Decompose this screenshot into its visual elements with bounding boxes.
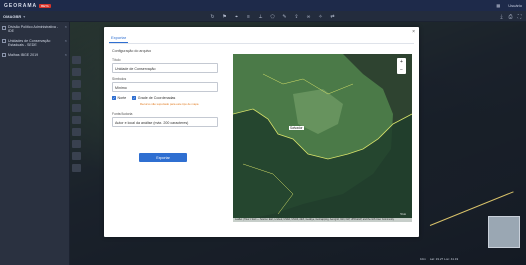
layer-checkbox[interactable]	[2, 53, 6, 58]
project-title[interactable]: OMAGBR	[3, 14, 21, 19]
edit-icon[interactable]: ✎	[281, 13, 288, 20]
zoom-out-button[interactable]: −	[397, 66, 406, 74]
swap-icon[interactable]: ⇄	[329, 13, 336, 20]
beta-badge: BETA	[39, 3, 51, 8]
layer-label: Malhas IBGE 2019	[8, 52, 39, 57]
layer-label: Divisão Político Administrativa - IDE	[8, 25, 59, 34]
fullscreen-icon[interactable]: ⛶	[516, 13, 523, 20]
share-icon[interactable]: ⇪	[293, 13, 300, 20]
zoom-in-button[interactable]: +	[397, 58, 406, 66]
refresh-icon[interactable]: ↻	[209, 13, 216, 20]
download-icon[interactable]: ⤓	[498, 13, 505, 20]
tool-button[interactable]	[72, 152, 81, 160]
grid-checkbox[interactable]: ✓ Grade de Coordenadas	[132, 96, 175, 100]
export-button[interactable]: Exportar	[139, 153, 187, 162]
layer-checkbox[interactable]	[2, 39, 6, 44]
warning-text: Recurso não suportado para este tipo de …	[140, 102, 199, 106]
layer-item[interactable]: Malhas IBGE 2019 ×	[0, 50, 69, 60]
pin-icon[interactable]: ⌖	[233, 13, 240, 20]
measure-icon[interactable]: ⟂	[257, 13, 264, 20]
bookmark-icon[interactable]: ⚑	[221, 13, 228, 20]
top-bar: GEORAMA BETA ▦ Usuário	[0, 0, 526, 11]
chevron-down-icon[interactable]: ▾	[23, 14, 25, 19]
map-attribution: Leaflet | Tiles © Esri — Source: Esri, i…	[233, 218, 412, 222]
app-logo: GEORAMA	[4, 2, 38, 9]
print-icon[interactable]: ⎙	[507, 13, 514, 20]
toolbar-right: ⤓ ⎙ ⛶	[498, 13, 523, 20]
top-right: ▦ Usuário	[496, 3, 522, 8]
tool-button[interactable]	[72, 56, 81, 64]
title-label: Título	[112, 58, 121, 62]
source-label: Fonte/Autoria	[112, 112, 133, 116]
symbols-select[interactable]: Mínimo	[112, 82, 218, 92]
options-checks: ✓ Norte ✓ Grade de Coordenadas	[112, 96, 220, 100]
close-icon[interactable]: ×	[65, 24, 67, 29]
map-scale: 5 km	[400, 213, 406, 216]
scale-readout: 10m	[420, 256, 426, 261]
city-label: Salvador	[289, 126, 304, 130]
layer-item[interactable]: Divisão Político Administrativa - IDE ×	[0, 22, 69, 36]
source-input[interactable]: Autor e local da análise (máx. 200 carac…	[112, 117, 218, 127]
tool-button[interactable]	[72, 104, 81, 112]
link-icon[interactable]: ∞	[305, 13, 312, 20]
tool-button[interactable]	[72, 140, 81, 148]
list-icon[interactable]: ≡	[245, 13, 252, 20]
tab-divider	[109, 43, 414, 44]
symbols-label: Símbolos	[112, 77, 127, 81]
tool-button[interactable]	[72, 80, 81, 88]
preview-map[interactable]: + − Salvador 5 km Leaflet | Tiles © Esri…	[233, 54, 412, 222]
close-icon[interactable]: ×	[65, 52, 67, 57]
check-icon: ✓	[132, 96, 137, 100]
layer-item[interactable]: Unidades de Conservação Estaduais - SEDE…	[0, 36, 69, 50]
coastline-svg	[233, 54, 412, 222]
map-left-tools	[72, 56, 81, 172]
layer-label: Unidades de Conservação Estaduais - SEDE	[8, 38, 51, 48]
tool-button[interactable]	[72, 68, 81, 76]
map-tools: ↻ ⚑ ⌖ ≡ ⟂ ⬠ ✎ ⇪ ∞ ✧ ⇄	[209, 13, 336, 20]
tab-export[interactable]: Exportar	[109, 35, 129, 43]
export-modal: Exportar × Configuração do arquivo Títul…	[104, 27, 419, 237]
section-title: Configuração do arquivo	[112, 49, 152, 53]
check-icon: ✓	[112, 96, 116, 100]
grid-label: Grade de Coordenadas	[137, 96, 176, 100]
layers-sidebar: Divisão Político Administrativa - IDE × …	[0, 22, 70, 265]
title-input[interactable]: Unidade de Conservação	[112, 63, 218, 73]
north-label: Norte	[117, 96, 127, 100]
modal-tabs: Exportar	[109, 33, 129, 43]
mini-map[interactable]	[488, 216, 520, 248]
tool-button[interactable]	[72, 116, 81, 124]
polygon-icon[interactable]: ⬠	[269, 13, 276, 20]
status-bar: 10m Lat: 19.27 Lon: 41.19	[420, 255, 526, 262]
user-name[interactable]: Usuário	[508, 3, 522, 8]
coords-readout: Lat: 19.27 Lon: 41.19	[429, 256, 459, 261]
grid-icon[interactable]: ▦	[496, 3, 500, 8]
wand-icon[interactable]: ✧	[317, 13, 324, 20]
toolbar: OMAGBR ▾ ↻ ⚑ ⌖ ≡ ⟂ ⬠ ✎ ⇪ ∞ ✧ ⇄ ⤓ ⎙ ⛶	[0, 11, 526, 22]
layer-checkbox[interactable]	[2, 25, 6, 30]
close-icon[interactable]: ×	[65, 38, 67, 43]
export-form: Configuração do arquivo Título Unidade d…	[112, 49, 220, 131]
tool-button[interactable]	[72, 128, 81, 136]
north-checkbox[interactable]: ✓ Norte	[112, 96, 126, 100]
tool-button[interactable]	[72, 92, 81, 100]
zoom-control: + −	[397, 58, 406, 74]
tool-button[interactable]	[72, 164, 81, 172]
close-icon[interactable]: ×	[412, 29, 415, 35]
